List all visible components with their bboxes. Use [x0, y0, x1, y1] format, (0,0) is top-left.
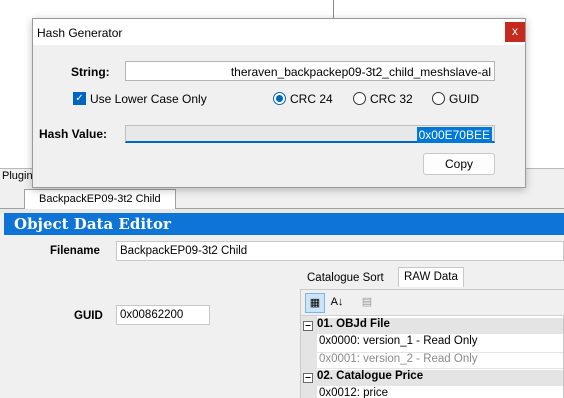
guid-option-label: GUID [449, 92, 479, 106]
collapse-icon[interactable]: – [303, 321, 313, 331]
dialog-title: Hash Generator [37, 26, 123, 40]
category-row[interactable]: –02. Catalogue Price [301, 370, 563, 386]
category-label: 01. OBJd File [317, 318, 390, 330]
hash-value-field[interactable]: 0x00E70BEE [125, 125, 495, 143]
plugin-title: Plugin [2, 170, 33, 182]
document-tab[interactable]: BackpackEP09-3t2 Child [24, 189, 176, 209]
hash-value-text: 0x00E70BEE [416, 127, 492, 143]
crc32-label: CRC 32 [370, 92, 413, 106]
tab-raw-data[interactable]: RAW Data [398, 267, 464, 287]
editor-header: Object Data Editor [4, 213, 564, 235]
collapse-icon[interactable]: – [303, 373, 313, 383]
background-divider [333, 0, 334, 20]
tab-catalogue-sort[interactable]: Catalogue Sort [302, 269, 389, 289]
document-tabstrip: BackpackEP09-3t2 Child [0, 189, 564, 209]
sort-alphabetical-icon[interactable]: A↓ [327, 293, 347, 313]
dialog-titlebar[interactable]: Hash Generator x [33, 19, 525, 45]
lowercase-checkbox[interactable]: ✓ [73, 92, 86, 105]
copy-button[interactable]: Copy [423, 153, 495, 175]
plugin-window: Plugin BackpackEP09-3t2 Child Object Dat… [0, 168, 564, 398]
crc24-label: CRC 24 [290, 92, 333, 106]
hash-value-label: Hash Value: [39, 127, 108, 141]
categorized-icon[interactable]: ▦ [305, 293, 325, 313]
crc24-radio[interactable] [273, 92, 286, 105]
filename-field[interactable]: BackpackEP09-3t2 Child [116, 241, 564, 261]
property-grid: ▦ A↓ ▤ –01. OBJd File 0x0000: version_1 … [300, 289, 564, 398]
property-row[interactable]: 0x0000: version_1 - Read Only [317, 335, 563, 352]
property-pages-icon[interactable]: ▤ [357, 293, 377, 313]
guid-field[interactable]: 0x00862200 [116, 305, 210, 325]
lowercase-label: Use Lower Case Only [90, 92, 207, 106]
filename-label: Filename [50, 245, 100, 257]
grid-toolbar: ▦ A↓ ▤ [301, 290, 564, 316]
guid-label: GUID [74, 310, 103, 322]
guid-radio[interactable] [432, 92, 445, 105]
string-label: String: [71, 65, 110, 79]
category-label: 02. Catalogue Price [317, 370, 424, 382]
hash-generator-dialog: Hash Generator x String: theraven_backpa… [32, 18, 526, 188]
category-row[interactable]: –01. OBJd File [301, 318, 563, 334]
property-row[interactable]: 0x0001: version_2 - Read Only [317, 352, 563, 369]
close-icon[interactable]: x [505, 22, 525, 42]
string-input[interactable]: theraven_backpackep09-3t2_child_meshslav… [125, 61, 495, 81]
crc32-radio[interactable] [353, 92, 366, 105]
property-row[interactable]: 0x0012: price [317, 387, 563, 398]
